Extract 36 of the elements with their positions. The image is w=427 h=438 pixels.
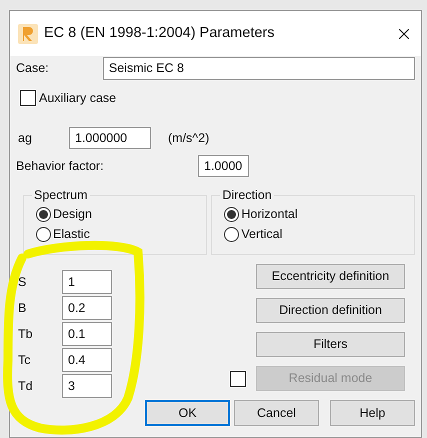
parameter-label: Tc <box>17 352 32 369</box>
radio-label: Design <box>53 206 92 223</box>
checkbox-label: Auxiliary case <box>39 90 116 107</box>
parameter-label: S <box>17 274 28 291</box>
window-title: EC 8 (EN 1998-1:2004) Parameters <box>44 24 276 43</box>
side-button[interactable]: Direction definition <box>256 298 405 323</box>
ag-label: ag <box>17 130 33 147</box>
parameter-field[interactable]: 0.2 <box>62 296 112 320</box>
radio-label: Elastic <box>53 226 90 243</box>
parameter-field[interactable]: 1 <box>62 270 112 294</box>
parameter-field[interactable]: 0.1 <box>62 322 112 346</box>
case-label: Case: <box>16 60 50 78</box>
checkbox[interactable] <box>20 90 36 106</box>
dialog-button[interactable]: Cancel <box>234 400 319 426</box>
side-button[interactable]: Filters <box>256 332 405 357</box>
behavior-factor-field[interactable]: 1.0000 <box>198 155 249 177</box>
parameter-label: Td <box>17 378 34 395</box>
ag-field[interactable]: 1.000000 <box>69 127 151 149</box>
parameter-field[interactable]: 0.4 <box>62 348 112 372</box>
behavior-factor-label: Behavior factor: <box>16 158 105 175</box>
checkbox[interactable] <box>230 370 246 386</box>
radio-button[interactable] <box>36 226 51 242</box>
case-field[interactable]: Seismic EC 8 <box>102 57 415 80</box>
radio-button[interactable] <box>36 206 51 222</box>
side-button[interactable]: Eccentricity definition <box>256 264 405 289</box>
radio-label: Horizontal <box>241 206 298 223</box>
dialog-button[interactable]: OK <box>145 400 230 426</box>
radio-button[interactable] <box>224 226 240 242</box>
parameter-label: B <box>17 300 28 317</box>
parameter-label: Tb <box>17 326 34 343</box>
dialog-button[interactable]: Help <box>330 400 415 426</box>
parameter-field[interactable]: 3 <box>62 374 112 398</box>
radio-label: Vertical <box>241 226 282 243</box>
unit-label: (m/s^2) <box>168 130 210 147</box>
app-logo-icon <box>18 24 38 44</box>
radio-button[interactable] <box>224 206 240 222</box>
